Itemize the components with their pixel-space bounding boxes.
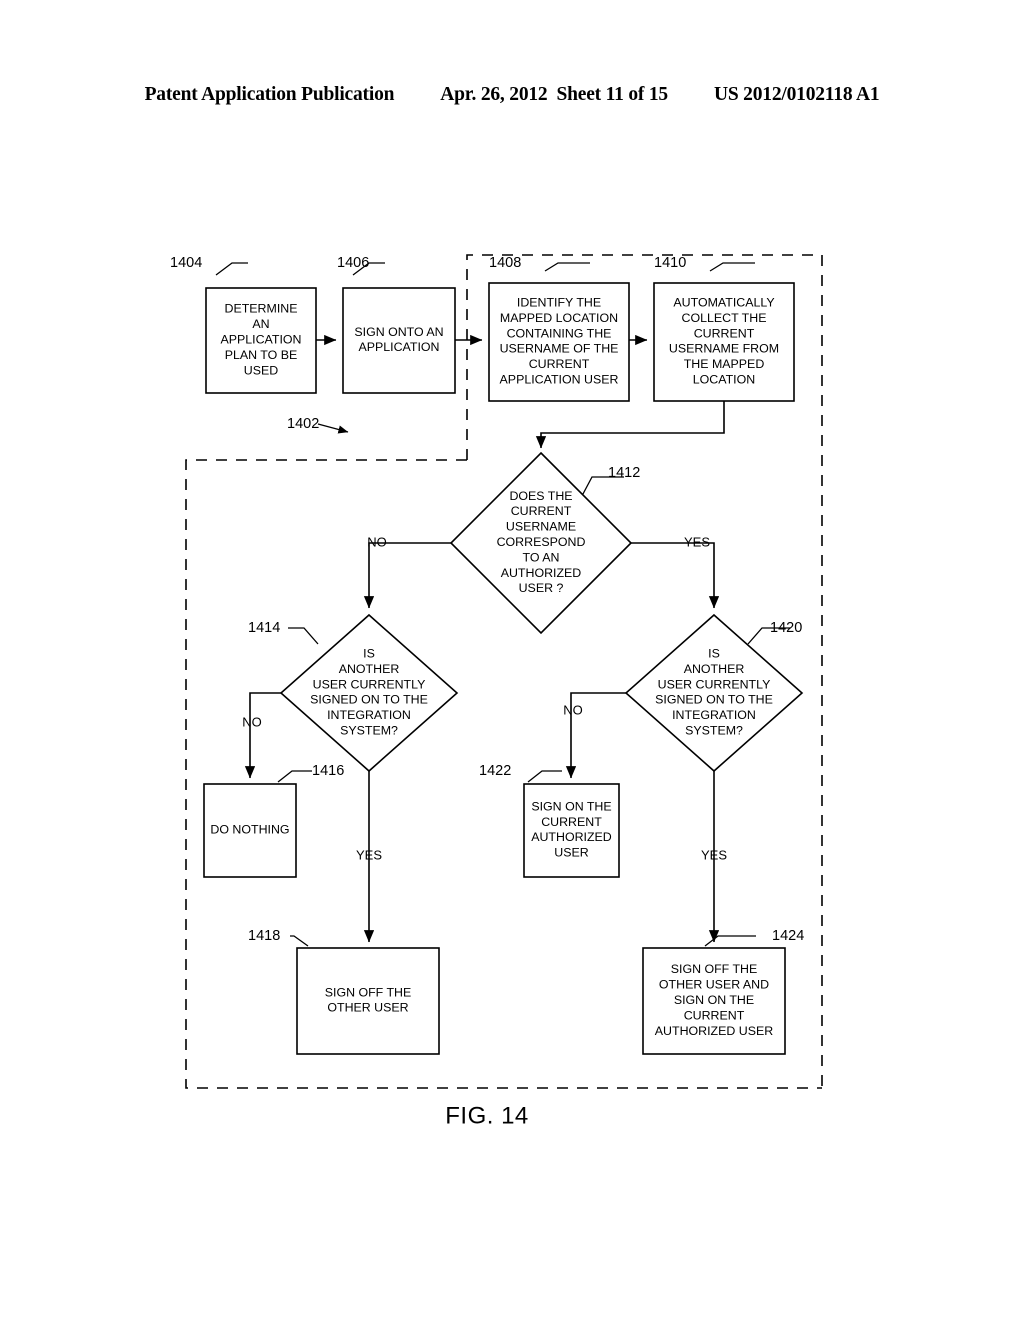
flow-node-1422[interactable]: SIGN ON THE CURRENT AUTHORIZED USER xyxy=(523,783,620,878)
node-group: DETERMINE AN APPLICATION PLAN TO BE USED SIGN… xyxy=(203,282,804,1055)
reference-number-1412: 1412 xyxy=(608,465,640,481)
reference-number-1422: 1422 xyxy=(479,763,511,779)
node-label-1418: SIGN OFF THE OTHER USER xyxy=(325,986,412,1015)
reference-number-1420: 1420 xyxy=(770,620,802,636)
leader-1408 xyxy=(544,262,590,272)
reference-number-1424: 1424 xyxy=(772,928,804,944)
leader-1414 xyxy=(288,627,319,645)
flow-node-1418[interactable]: SIGN OFF THE OTHER USER xyxy=(296,947,440,1055)
reference-number-1408: 1408 xyxy=(489,255,521,271)
connector-group xyxy=(244,334,725,943)
node-label-1406: SIGN ONTO AN APPLICATION xyxy=(354,325,443,354)
flow-node-1412[interactable]: DOES THE CURRENT USERNAME CORRESPOND TO AN AU… xyxy=(449,451,633,635)
leader-1404 xyxy=(215,262,248,276)
figure-14-diagram: DETERMINE AN APPLICATION PLAN TO BE USED SIGN… xyxy=(0,0,1024,1320)
flow-node-1410[interactable]: AUTOMATICALLY COLLECT THE CURRENT USERNAME … xyxy=(653,282,795,402)
flowchart-canvas: DETERMINE AN APPLICATION PLAN TO BE USED SIGN… xyxy=(170,254,823,1129)
flow-node-1416[interactable]: DO NOTHING xyxy=(203,783,297,878)
branch-label-yes-1412: YES xyxy=(684,534,710,549)
reference-number-1406: 1406 xyxy=(337,255,369,271)
connector-1414-no-1416 xyxy=(244,692,281,779)
reference-number-1416: 1416 xyxy=(312,763,344,779)
connector-1412-no-1414 xyxy=(363,542,451,609)
flow-node-1408[interactable]: IDENTIFY THE MAPPED LOCATION CONTAINING TH… xyxy=(488,282,630,402)
leader-1424 xyxy=(704,935,756,947)
reference-number-1414: 1414 xyxy=(248,620,280,636)
reference-number-1402: 1402 xyxy=(287,416,319,432)
flow-node-1424[interactable]: SIGN OFF THE OTHER USER AND SIGN ON THE CUR… xyxy=(642,947,786,1055)
branch-label-no-1414: NO xyxy=(242,714,262,729)
branch-label-yes-1420: YES xyxy=(701,847,727,862)
leader-1402 xyxy=(317,423,349,434)
patent-figure-page: Patent Application Publication Apr. 26, … xyxy=(0,0,1024,1320)
leader-1422 xyxy=(527,770,562,783)
leader-1418 xyxy=(290,935,309,947)
reference-number-1410: 1410 xyxy=(654,255,686,271)
branch-label-no-1420: NO xyxy=(563,702,583,717)
flow-node-1404[interactable]: DETERMINE AN APPLICATION PLAN TO BE USED xyxy=(205,287,317,394)
connector-1410-1412 xyxy=(535,401,725,449)
node-label-1408: IDENTIFY THE MAPPED LOCATION CONTAINING TH… xyxy=(500,296,619,387)
flow-node-1420[interactable]: IS ANOTHER USER CURRENTLY SIGNED ON TO THE I… xyxy=(624,613,804,773)
branch-label-yes-1414: YES xyxy=(356,847,382,862)
node-label-1416: DO NOTHING xyxy=(210,823,289,837)
figure-caption: FIG. 14 xyxy=(445,1102,529,1129)
branch-label-no-1412: NO xyxy=(367,534,387,549)
connector-1412-yes-1420 xyxy=(631,542,720,609)
leader-1416 xyxy=(277,770,312,783)
flow-node-1414[interactable]: IS ANOTHER USER CURRENTLY SIGNED ON TO THE I… xyxy=(279,613,459,773)
leader-1410 xyxy=(709,262,755,272)
flow-node-1406[interactable]: SIGN ONTO AN APPLICATION xyxy=(342,287,456,394)
reference-number-1404: 1404 xyxy=(170,255,202,271)
reference-number-1418: 1418 xyxy=(248,928,280,944)
